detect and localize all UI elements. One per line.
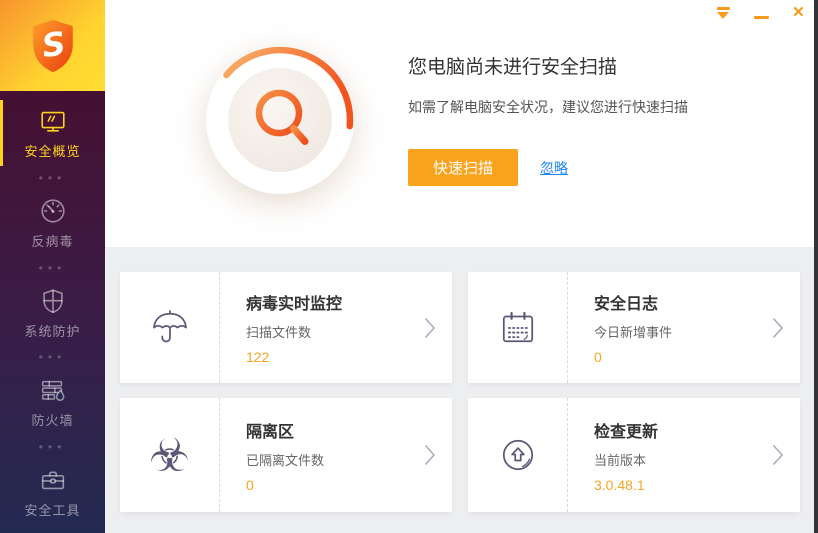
card-text-cell: 安全日志 今日新增事件 0 xyxy=(568,272,800,383)
sidebar-nav: 安全概览 ••• 反病毒 ••• 系统防护 ••• 防火墙 ••• 安全工具 xyxy=(0,91,105,533)
sidebar-item-antivirus[interactable]: 反病毒 xyxy=(0,194,105,252)
card-subtitle: 今日新增事件 xyxy=(594,325,673,340)
app-shield-logo-icon: S xyxy=(32,19,73,72)
sidebar-item-system-protection[interactable]: 系统防护 xyxy=(0,284,105,342)
monitor-icon xyxy=(40,111,65,132)
card-realtime-monitor[interactable]: 病毒实时监控 扫描文件数 122 xyxy=(120,272,452,383)
sidebar-item-label: 系统防护 xyxy=(24,323,81,339)
card-quarantine[interactable]: ☣ 隔离区 已隔离文件数 0 xyxy=(120,398,452,512)
chevron-right-icon xyxy=(772,444,784,466)
sidebar-item-security-overview[interactable]: 安全概览 xyxy=(0,100,105,166)
sidebar-item-label: 安全概览 xyxy=(24,144,81,159)
chevron-right-icon xyxy=(772,317,784,338)
sidebar-separator-dots: ••• xyxy=(38,350,67,365)
card-title: 安全日志 xyxy=(594,296,659,313)
window-menu-button[interactable] xyxy=(716,7,730,19)
card-text-cell: 病毒实时监控 扫描文件数 122 xyxy=(220,272,452,383)
sidebar-separator-dots: ••• xyxy=(38,170,67,185)
card-title: 隔离区 xyxy=(246,423,295,441)
card-subtitle: 扫描文件数 xyxy=(246,325,312,340)
status-cards-section: 病毒实时监控 扫描文件数 122 安全日志 今日新增事件 0 ☣ 隔离区 已隔离… xyxy=(105,247,818,533)
toolbox-icon xyxy=(41,471,64,490)
sidebar-item-firewall[interactable]: 防火墙 xyxy=(0,373,105,431)
gauge-icon xyxy=(40,199,65,223)
menu-triangle-icon xyxy=(717,11,730,19)
card-icon-cell xyxy=(468,272,568,383)
shield-icon xyxy=(42,288,63,313)
card-value: 3.0.48.1 xyxy=(594,476,645,493)
app-logo-block: S xyxy=(0,0,105,91)
card-title: 病毒实时监控 xyxy=(246,296,343,313)
main-panel: × 您电脑尚未进行安全扫描 如需了解电脑安全状况，建议您进行快速扫描 快速扫描 … xyxy=(105,0,818,533)
card-value: 122 xyxy=(246,349,270,365)
quick-scan-button[interactable]: 快速扫描 xyxy=(408,149,518,186)
sidebar-item-label: 安全工具 xyxy=(24,503,81,518)
window-close-button[interactable]: × xyxy=(793,3,804,22)
ignore-link[interactable]: 忽略 xyxy=(540,158,568,178)
window-controls: × xyxy=(716,3,804,22)
menu-bar-shape xyxy=(716,7,730,10)
umbrella-icon xyxy=(152,309,187,342)
sidebar-separator-dots: ••• xyxy=(38,440,67,455)
sidebar-separator-dots: ••• xyxy=(38,260,67,275)
status-cards-grid: 病毒实时监控 扫描文件数 122 安全日志 今日新增事件 0 ☣ 隔离区 已隔离… xyxy=(120,272,818,512)
card-icon-cell xyxy=(468,398,568,512)
biohazard-icon: ☣ xyxy=(148,428,191,482)
card-subtitle: 已隔离文件数 xyxy=(246,452,325,468)
card-value: 0 xyxy=(246,476,254,493)
card-text-cell: 隔离区 已隔离文件数 0 xyxy=(220,398,452,512)
calendar-icon xyxy=(502,311,533,342)
chevron-right-icon xyxy=(424,444,436,466)
sidebar-item-label: 防火墙 xyxy=(31,413,74,429)
card-subtitle: 当前版本 xyxy=(594,452,647,468)
chevron-right-icon xyxy=(424,317,436,338)
scan-message-block: 您电脑尚未进行安全扫描 如需了解电脑安全状况，建议您进行快速扫描 快速扫描 忽略 xyxy=(408,52,688,186)
update-icon xyxy=(502,439,533,471)
scan-status-visual xyxy=(200,40,360,200)
sidebar-item-security-tools[interactable]: 安全工具 xyxy=(0,463,105,521)
card-text-cell: 检查更新 当前版本 3.0.48.1 xyxy=(568,398,800,512)
card-security-log[interactable]: 安全日志 今日新增事件 0 xyxy=(468,272,800,383)
scan-status-subtitle: 如需了解电脑安全状况，建议您进行快速扫描 xyxy=(408,99,688,115)
scan-status-title: 您电脑尚未进行安全扫描 xyxy=(408,57,618,78)
scan-circle-icon xyxy=(206,46,354,194)
card-icon-cell: ☣ xyxy=(120,398,220,512)
card-title: 检查更新 xyxy=(594,423,659,441)
card-value: 0 xyxy=(594,349,602,365)
window-minimize-button[interactable] xyxy=(753,8,769,19)
firewall-icon xyxy=(41,381,64,402)
minimize-icon xyxy=(753,15,769,19)
scan-actions: 快速扫描 忽略 xyxy=(408,149,688,186)
card-check-update[interactable]: 检查更新 当前版本 3.0.48.1 xyxy=(468,398,800,512)
scan-hero-section: 您电脑尚未进行安全扫描 如需了解电脑安全状况，建议您进行快速扫描 快速扫描 忽略 xyxy=(105,0,818,247)
screen-edge-strip xyxy=(814,0,818,533)
card-icon-cell xyxy=(120,272,220,383)
sidebar-item-label: 反病毒 xyxy=(31,233,74,249)
